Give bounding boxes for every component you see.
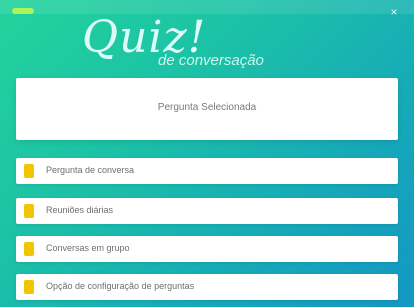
option-label: Pergunta de conversa (46, 165, 135, 175)
option-item[interactable]: Reuniões diárias (16, 198, 398, 224)
option-label: Opção de configuração de perguntas (46, 281, 195, 291)
close-icon[interactable]: × (388, 6, 400, 18)
selected-question-label: Pergunta Selecionada (157, 102, 257, 113)
folder-icon (24, 280, 34, 294)
selected-question-card[interactable]: Pergunta Selecionada (16, 78, 398, 140)
folder-icon (24, 242, 34, 256)
logo-subtitle: de conversação (158, 52, 264, 69)
folder-icon (24, 204, 34, 218)
option-item[interactable]: Opção de configuração de perguntas (16, 274, 398, 300)
accent-badge (12, 8, 34, 14)
header: × Quiz! de conversação (0, 0, 414, 78)
option-label: Conversas em grupo (46, 243, 130, 253)
option-label: Reuniões diárias (46, 205, 114, 215)
option-item[interactable]: Conversas em grupo (16, 236, 398, 262)
app-window: × Quiz! de conversação Pergunta Selecion… (0, 0, 414, 307)
app-logo: Quiz! de conversação (72, 10, 322, 76)
folder-icon (24, 164, 34, 178)
option-item[interactable]: Pergunta de conversa (16, 158, 398, 184)
